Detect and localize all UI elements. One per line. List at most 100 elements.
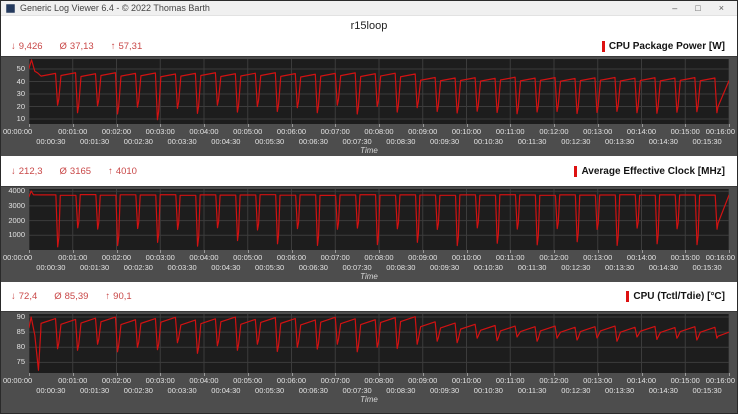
x-tick-label: 00:12:30 (561, 263, 590, 272)
chart-plot-temp[interactable] (29, 314, 729, 373)
x-tick-label: 00:03:00 (146, 127, 175, 136)
legend-color-bar (574, 166, 577, 177)
axis-tick-mark (292, 373, 293, 376)
x-tick-label: 00:15:30 (693, 263, 722, 272)
x-tick-label: 00:03:30 (168, 137, 197, 146)
x-tick-label: 00:10:00 (452, 127, 481, 136)
x-tick-label: 00:05:00 (233, 127, 262, 136)
avg-symbol-icon: Ø (60, 166, 67, 177)
avg-symbol-icon: Ø (60, 41, 67, 52)
x-tick-label: 00:00:00 (3, 253, 32, 262)
maximize-button[interactable]: □ (695, 4, 700, 13)
x-tick-label: 00:13:30 (605, 386, 634, 395)
x-tick-label: 00:04:00 (189, 127, 218, 136)
chart-plot-clock[interactable] (29, 189, 729, 250)
x-tick-label: 00:11:30 (518, 263, 547, 272)
x-tick-label: 00:01:30 (80, 263, 109, 272)
stat-max-value: 90,1 (113, 291, 132, 302)
axis-tick-mark (467, 124, 468, 127)
x-tick-label: 00:14:00 (627, 376, 656, 385)
x-tick-label: 00:00:30 (36, 137, 65, 146)
chart-canvas (29, 189, 729, 250)
x-tick-label: 00:00:30 (36, 263, 65, 272)
axis-tick-mark (685, 250, 686, 253)
axis-tick-mark (73, 124, 74, 127)
x-tick-label: 00:06:00 (277, 376, 306, 385)
axis-tick-mark (554, 124, 555, 127)
axis-tick-mark (29, 124, 30, 127)
x-tick-label: 00:05:30 (255, 386, 284, 395)
chart-legend-clock: Average Effective Clock [MHz] (574, 166, 727, 177)
x-tick-label: 00:02:00 (102, 376, 131, 385)
axis-tick-mark (642, 373, 643, 376)
stat-min: ↓ 212,3 (11, 166, 43, 177)
axis-tick-mark (423, 250, 424, 253)
x-tick-label: 00:09:00 (408, 127, 437, 136)
x-axis-title: Time (360, 272, 378, 281)
axis-tick-mark (379, 250, 380, 253)
axis-tick-mark (117, 250, 118, 253)
axis-tick-mark (598, 250, 599, 253)
axis-tick-mark (379, 373, 380, 376)
x-tick-label: 00:08:00 (364, 253, 393, 262)
app-icon (6, 4, 15, 13)
x-tick-label: 00:06:00 (277, 127, 306, 136)
chart-legend-temp: CPU (Tctl/Tdie) [°C] (626, 291, 727, 302)
stat-max: ↑ 57,31 (111, 41, 143, 52)
axis-tick-mark (204, 250, 205, 253)
title-bar[interactable]: Generic Log Viewer 6.4 - © 2022 Thomas B… (1, 1, 737, 16)
stat-min-value: 9,426 (19, 41, 43, 52)
x-tick-label: 00:14:30 (649, 263, 678, 272)
axis-tick-mark (160, 373, 161, 376)
x-tick-label: 00:08:30 (386, 137, 415, 146)
x-tick-label: 00:09:30 (430, 137, 459, 146)
stat-avg: Ø 3165 (60, 166, 92, 177)
axis-tick-mark (335, 373, 336, 376)
x-tick-label: 00:04:30 (211, 386, 240, 395)
x-tick-label: 00:04:00 (189, 376, 218, 385)
x-axis-title: Time (360, 395, 378, 404)
axis-tick-mark (160, 250, 161, 253)
y-tick-label: 4000 (1, 187, 25, 195)
x-tick-label: 00:08:30 (386, 263, 415, 272)
x-tick-label: 00:09:00 (408, 376, 437, 385)
avg-symbol-icon: Ø (54, 291, 61, 302)
x-axis: Time 00:00:0000:01:0000:02:0000:03:0000:… (1, 250, 737, 282)
axis-tick-mark (204, 124, 205, 127)
x-tick-label: 00:12:00 (539, 376, 568, 385)
y-tick-label: 80 (1, 343, 25, 351)
y-tick-label: 20 (1, 103, 25, 111)
x-tick-label: 00:12:00 (539, 253, 568, 262)
y-tick-label: 50 (1, 65, 25, 73)
x-tick-label: 00:11:00 (496, 127, 525, 136)
axis-tick-mark (642, 250, 643, 253)
x-tick-label: 00:01:30 (80, 137, 109, 146)
x-tick-label: 00:16:00 (706, 127, 735, 136)
chart-plot-power[interactable] (29, 59, 729, 124)
minimize-button[interactable]: – (672, 4, 677, 13)
x-tick-label: 00:05:30 (255, 263, 284, 272)
x-tick-label: 00:15:00 (671, 253, 700, 262)
x-tick-label: 00:00:00 (3, 376, 32, 385)
x-tick-label: 00:03:30 (168, 263, 197, 272)
stat-max: ↑ 90,1 (105, 291, 131, 302)
chart-canvas (29, 59, 729, 124)
stat-max: ↑ 4010 (108, 166, 137, 177)
stats-row-temp: ↓ 72,4 Ø 85,39 ↑ 90,1 CPU (Tctl/Tdie) [°… (1, 282, 737, 311)
x-tick-label: 00:09:30 (430, 263, 459, 272)
y-tick-label: 30 (1, 90, 25, 98)
min-arrow-icon: ↓ (11, 41, 16, 52)
x-tick-label: 00:04:00 (189, 253, 218, 262)
x-tick-label: 00:06:30 (299, 263, 328, 272)
x-tick-label: 00:06:30 (299, 386, 328, 395)
x-tick-label: 00:00:00 (3, 127, 32, 136)
stat-min: ↓ 72,4 (11, 291, 37, 302)
x-tick-label: 00:03:00 (146, 253, 175, 262)
close-button[interactable]: × (719, 4, 724, 13)
x-tick-label: 00:02:00 (102, 253, 131, 262)
axis-tick-mark (554, 373, 555, 376)
window-controls: – □ × (672, 4, 732, 13)
axis-tick-mark (248, 373, 249, 376)
chart-label-text: Average Effective Clock [MHz] (581, 166, 725, 177)
stat-avg-value: 3165 (70, 166, 91, 177)
